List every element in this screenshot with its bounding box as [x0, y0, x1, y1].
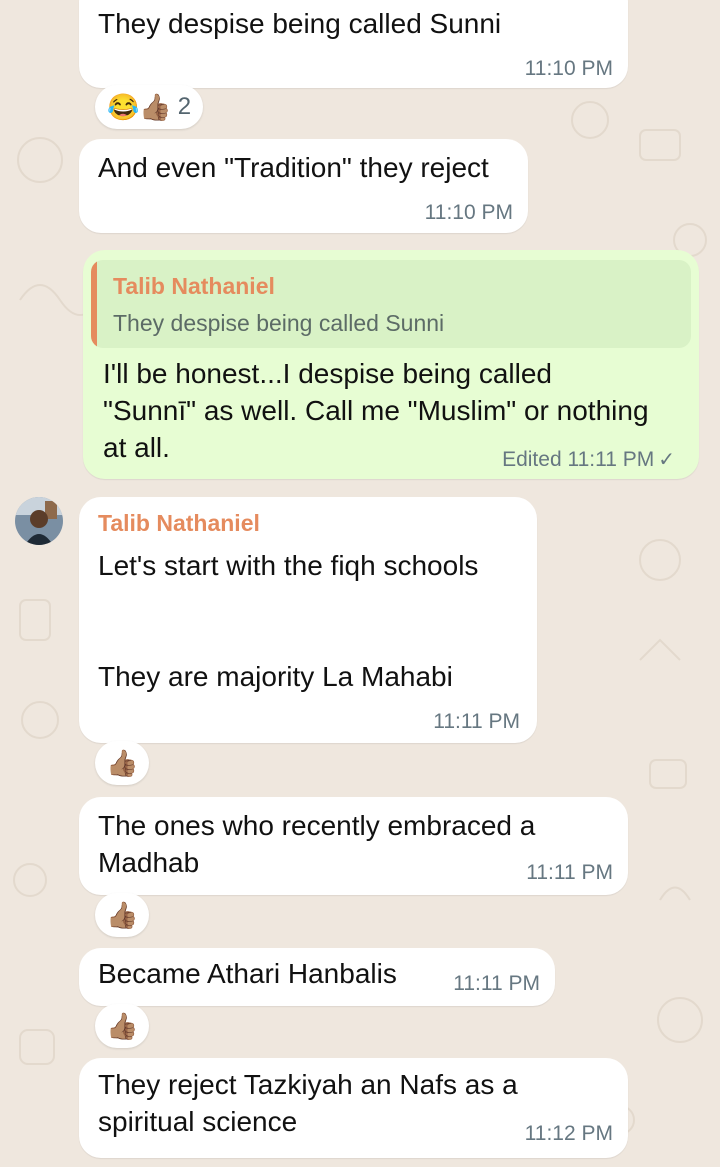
message-time: 11:10 PM: [424, 201, 513, 224]
outgoing-message-bubble[interactable]: Talib Nathaniel They despise being calle…: [83, 250, 699, 479]
sender-name[interactable]: Talib Nathaniel: [98, 510, 260, 537]
message-time: 11:10 PM: [524, 57, 613, 80]
sender-avatar[interactable]: [15, 497, 63, 545]
avatar-image: [15, 497, 63, 545]
message-time: 11:11 PM: [526, 861, 613, 884]
message-bubble[interactable]: Talib Nathaniel Let's start with the fiq…: [79, 497, 537, 743]
message-line: "Sunnī" as well. Call me "Muslim" or not…: [103, 395, 649, 426]
reaction-pill[interactable]: 😂👍🏽 2: [95, 85, 204, 129]
message-status: Edited 11:11 PM ✓: [502, 447, 675, 472]
message-line: I'll be honest...I despise being called: [103, 358, 552, 389]
message-time: 11:11 PM: [433, 710, 520, 733]
reaction-count: 2: [177, 93, 192, 120]
message-line: Madhab: [98, 847, 200, 878]
message-line: They are majority La Mahabi: [98, 661, 453, 692]
reaction-pill[interactable]: 👍🏽: [95, 893, 150, 937]
message-line: They reject Tazkiyah an Nafs as a: [98, 1069, 518, 1100]
message-bubble[interactable]: They despise being called Sunni 11:10 PM: [79, 0, 628, 88]
quote-sender: Talib Nathaniel: [113, 273, 275, 299]
message-line: spiritual science: [98, 1106, 298, 1137]
quoted-message[interactable]: Talib Nathaniel They despise being calle…: [91, 260, 691, 348]
thumbs-up-icon: 👍🏽: [106, 900, 139, 930]
reaction-pill[interactable]: 👍🏽: [95, 741, 150, 785]
thumbs-up-icon: 👍🏽: [106, 748, 139, 778]
message-status-text: Edited 11:11 PM: [502, 448, 655, 471]
message-bubble[interactable]: And even "Tradition" they reject 11:10 P…: [79, 139, 528, 233]
message-text: They despise being called Sunni: [98, 8, 502, 39]
message-line: at all.: [103, 432, 170, 463]
message-line: Let's start with the fiqh schools: [98, 550, 479, 581]
reaction-emojis: 😂👍🏽: [107, 92, 172, 122]
message-text: Became Athari Hanbalis: [98, 958, 397, 989]
message-bubble[interactable]: The ones who recently embraced a Madhab …: [79, 797, 628, 895]
check-icon: ✓: [658, 449, 675, 471]
quote-accent-bar: [91, 260, 97, 348]
message-bubble[interactable]: Became Athari Hanbalis 11:11 PM: [79, 948, 555, 1006]
message-text: And even "Tradition" they reject: [98, 152, 489, 183]
message-bubble[interactable]: They reject Tazkiyah an Nafs as a spirit…: [79, 1058, 628, 1158]
message-time: 11:11 PM: [453, 972, 540, 995]
thumbs-up-icon: 👍🏽: [106, 1011, 139, 1041]
reaction-pill[interactable]: 👍🏽: [95, 1004, 150, 1048]
message-time: 11:12 PM: [524, 1122, 613, 1145]
message-line: The ones who recently embraced a: [98, 810, 536, 841]
quote-text: They despise being called Sunni: [113, 310, 445, 336]
